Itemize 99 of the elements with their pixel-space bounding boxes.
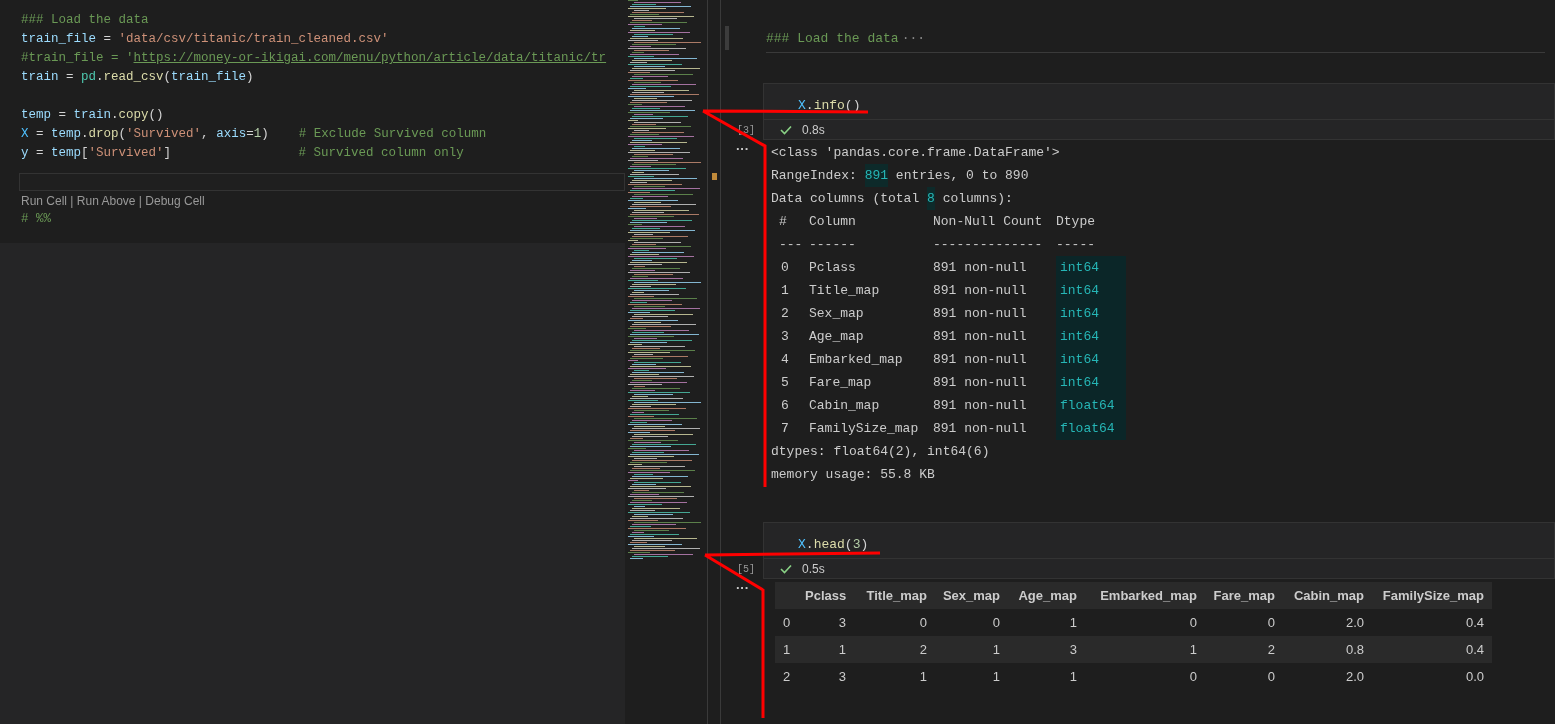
table-cell: 1	[781, 283, 789, 298]
table-cell: int64	[1060, 306, 1099, 321]
code-line: ### Load the data	[21, 12, 149, 29]
table-cell: 891 non-null	[933, 352, 1027, 367]
output-line: Data columns (total 8 columns):	[771, 187, 1013, 210]
table-header: Dtype	[1056, 214, 1095, 229]
table-header: Non-Null Count	[933, 214, 1043, 229]
table-cell: 2.0	[1345, 614, 1364, 630]
table-cell: 1	[838, 641, 846, 657]
output-line: dtypes: float64(2), int64(6)	[771, 443, 990, 461]
row-index: 2	[783, 668, 791, 684]
fold-marker[interactable]: ···	[901, 29, 926, 49]
table-cell: int64	[1060, 283, 1099, 298]
table-cell: 1	[992, 668, 1000, 684]
table-cell: 2	[919, 641, 927, 657]
table-header: ------	[809, 237, 856, 252]
output-menu-marker[interactable]: ···	[736, 142, 749, 486]
table-cell: 0.4	[1465, 641, 1484, 657]
table-cell: 0	[781, 260, 789, 275]
overview-ruler-mark	[712, 173, 717, 180]
table-header: #	[779, 214, 787, 229]
code-line: # %%	[21, 211, 51, 228]
code-line: #train_file = 'https://money-or-ikigai.com/menu/python/article/data/titanic/tr	[21, 50, 607, 67]
table-cell: 891 non-null	[933, 421, 1027, 436]
table-cell: FamilySize_map	[809, 421, 919, 436]
table-cell: 3	[781, 329, 789, 344]
table-cell: 2	[1267, 641, 1275, 657]
table-cell: 5	[781, 375, 789, 390]
table-cell: int64	[1060, 260, 1099, 275]
output-line: memory usage: 55.8 KB	[771, 466, 935, 484]
row-index: 1	[783, 641, 791, 657]
table-cell: int64	[1060, 329, 1099, 344]
table-header: --------------	[933, 237, 1043, 252]
table-header: ---	[779, 237, 803, 252]
table-cell: Age_map	[809, 329, 864, 344]
table-cell: float64	[1060, 398, 1115, 413]
table-cell: 0	[1267, 668, 1275, 684]
table-cell: 0	[1189, 668, 1197, 684]
table-cell: 7	[781, 421, 789, 436]
table-header: -----	[1056, 237, 1095, 252]
code-cell[interactable]: X.head(3) 0.5s	[763, 522, 1555, 579]
table-cell: 1	[919, 668, 927, 684]
codelens-links[interactable]: Run Cell | Run Above | Debug Cell	[21, 191, 205, 210]
table-cell: Pclass	[809, 260, 856, 275]
table-cell: int64	[1060, 375, 1099, 390]
column-header: Cabin_map	[1293, 587, 1364, 603]
table-cell: 891 non-null	[933, 329, 1027, 344]
table-cell: 0	[919, 614, 927, 630]
table-cell: 891 non-null	[933, 306, 1027, 321]
column-header: Fare_map	[1213, 587, 1275, 603]
table-cell: 3	[1069, 641, 1077, 657]
execution-time: 0.8s	[802, 121, 825, 139]
column-header: Embarked_map	[1100, 587, 1197, 603]
table-cell: 3	[838, 668, 846, 684]
column-header: FamilySize_map	[1382, 587, 1484, 603]
table-cell: 3	[838, 614, 846, 630]
table-cell: 0.0	[1465, 668, 1484, 684]
table-cell: 4	[781, 352, 789, 367]
table-cell: 0.8	[1345, 641, 1364, 657]
table-cell: Title_map	[809, 283, 880, 298]
column-header: Sex_map	[942, 587, 1000, 603]
table-cell: Sex_map	[809, 306, 864, 321]
cell-code[interactable]: X.head(3)	[798, 535, 869, 554]
column-header: Age_map	[1018, 587, 1077, 603]
table-cell: 0.4	[1465, 614, 1484, 630]
table-cell: 2	[781, 306, 789, 321]
table-header: Column	[809, 214, 856, 229]
table-cell: 1	[1189, 641, 1197, 657]
table-cell: 6	[781, 398, 789, 413]
table-cell: int64	[1060, 352, 1099, 367]
output-line: <class 'pandas.core.frame.DataFrame'>	[771, 144, 1060, 162]
table-cell: float64	[1060, 421, 1115, 436]
output-line: RangeIndex: 891 entries, 0 to 890	[771, 164, 1029, 187]
table-cell: Embarked_map	[809, 352, 903, 367]
table-cell: 1	[992, 641, 1000, 657]
execution-count: [5]	[737, 563, 755, 577]
table-cell: 2.0	[1345, 668, 1364, 684]
table-cell: 0	[992, 614, 1000, 630]
code-line: temp = train.copy()	[21, 107, 164, 124]
code-line: train_file = 'data/csv/titanic/train_cleaned.csv'	[21, 31, 389, 48]
column-header: Title_map	[866, 587, 927, 603]
column-header: Pclass	[805, 587, 847, 603]
execution-time: 0.5s	[802, 560, 825, 578]
table-cell: 891 non-null	[933, 375, 1027, 390]
table-cell: 891 non-null	[933, 260, 1027, 275]
code-line: train = pd.read_csv(train_file)	[21, 69, 254, 86]
row-index: 0	[783, 614, 791, 630]
table-cell: 891 non-null	[933, 398, 1027, 413]
output-menu-marker[interactable]: ···	[736, 581, 749, 690]
markdown-heading: ### Load the data	[766, 30, 899, 49]
code-line: y = temp['Survived'] # Survived column only	[21, 145, 464, 162]
table-cell: 0	[1267, 614, 1275, 630]
table-cell: 1	[1069, 614, 1077, 630]
table-cell: Cabin_map	[809, 398, 880, 413]
table-cell: 0	[1189, 614, 1197, 630]
table-cell: 1	[1069, 668, 1077, 684]
table-cell: 891 non-null	[933, 283, 1027, 298]
table-cell: Fare_map	[809, 375, 872, 390]
code-line: X = temp.drop('Survived', axis=1) # Exclude Survived column	[21, 126, 487, 143]
